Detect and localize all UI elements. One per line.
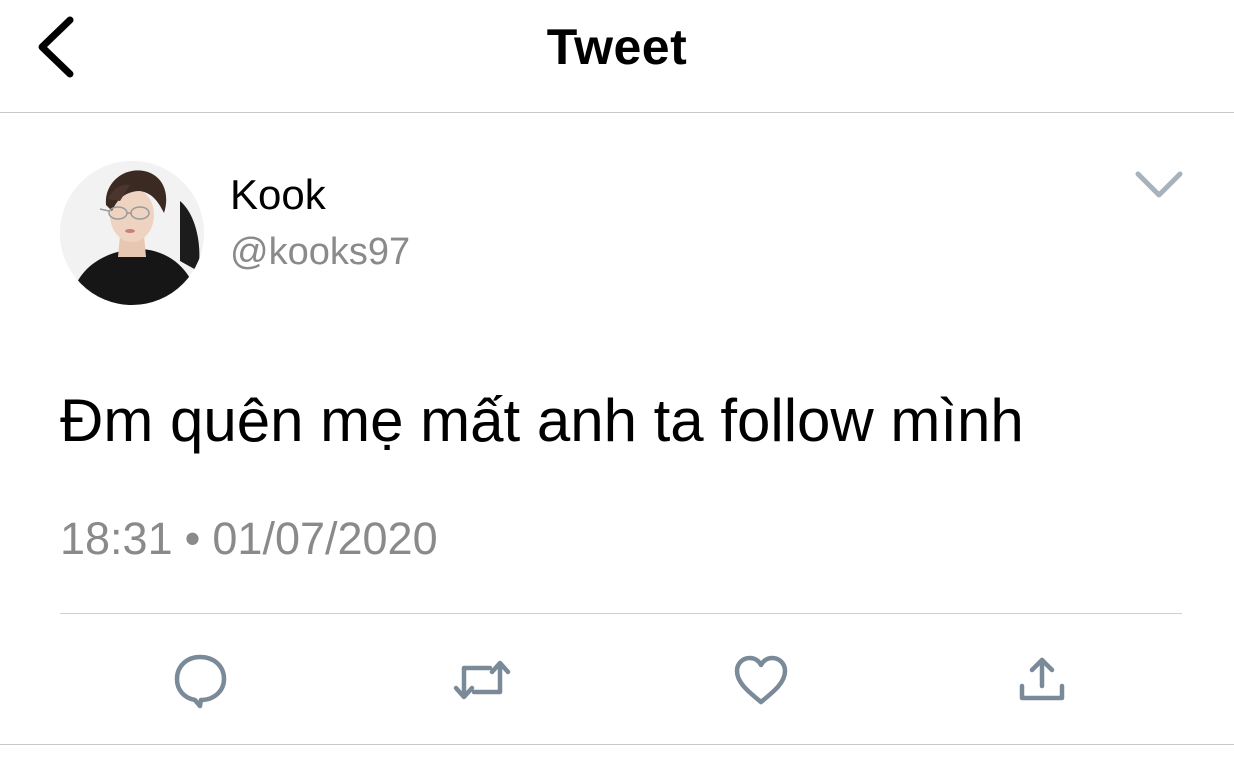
divider <box>60 613 1182 614</box>
author-handle[interactable]: @kooks97 <box>230 229 410 275</box>
tweet-text: Đm quên mẹ mất anh ta follow mình <box>60 387 1024 454</box>
like-button[interactable] <box>729 650 793 710</box>
heart-icon <box>734 655 788 705</box>
tweet-detail-screen: Tweet Kook @kooks97 Đm quên mẹ mất anh t… <box>0 0 1234 759</box>
page-title: Tweet <box>546 19 688 75</box>
avatar[interactable] <box>60 161 204 305</box>
profile-photo <box>60 161 204 305</box>
share-button[interactable] <box>1010 650 1074 710</box>
tweet-timestamp: 18:31 • 01/07/2020 <box>60 512 438 566</box>
more-options-button[interactable] <box>1128 162 1190 208</box>
chevron-down-icon <box>1135 171 1183 198</box>
share-icon <box>1019 657 1065 701</box>
retweet-icon <box>453 660 511 700</box>
reply-button[interactable] <box>169 650 233 710</box>
reply-bubble-icon <box>174 654 227 709</box>
navigation-header: Tweet <box>0 0 1234 113</box>
author-name[interactable]: Kook <box>230 170 326 220</box>
retweet-button[interactable] <box>450 650 514 710</box>
divider <box>0 744 1234 745</box>
tweet-date: 01/07/2020 <box>212 513 438 564</box>
timestamp-separator: • <box>184 513 201 564</box>
tweet-time: 18:31 <box>60 513 173 564</box>
